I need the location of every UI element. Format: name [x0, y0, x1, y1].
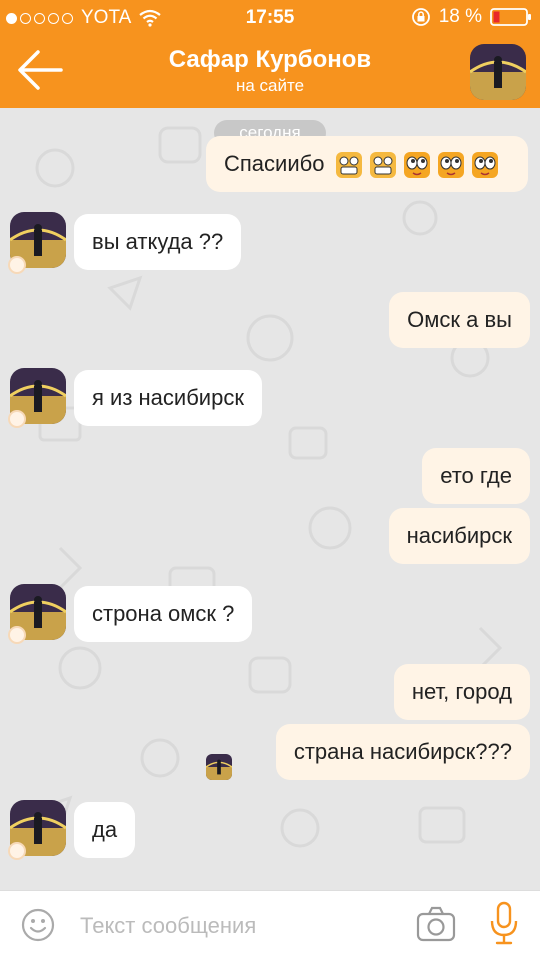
message-incoming[interactable]: я из насибирск — [74, 370, 262, 426]
message-text: Спасиибо — [224, 151, 325, 176]
message-input-bar — [0, 890, 540, 960]
message-incoming[interactable]: да — [74, 802, 136, 858]
contact-title[interactable]: Сафар Курбонов на сайте — [100, 46, 440, 96]
emoji-row — [335, 151, 499, 179]
message-outgoing[interactable]: нет, город — [393, 664, 530, 720]
message-outgoing[interactable]: насибирск — [388, 508, 530, 564]
read-receipt-avatar — [206, 754, 232, 780]
online-indicator — [8, 410, 26, 428]
status-right: 18 % — [411, 6, 532, 28]
contact-avatar[interactable] — [470, 44, 526, 100]
microphone-icon[interactable] — [488, 901, 520, 947]
online-indicator — [8, 626, 26, 644]
online-indicator — [8, 842, 26, 860]
message-outgoing[interactable]: страна насибирск??? — [275, 724, 530, 780]
online-indicator — [8, 256, 26, 274]
grin-emoji-icon — [369, 152, 396, 179]
status-bar: YOTA 17:55 18 % — [0, 0, 540, 36]
contact-name: Сафар Курбонов — [168, 46, 372, 73]
battery-icon — [490, 8, 531, 26]
message-outgoing[interactable]: Омск а вы — [389, 292, 530, 348]
googly-eyes-emoji-icon — [403, 152, 430, 179]
message-input[interactable] — [80, 907, 390, 945]
message-outgoing[interactable]: ето где — [422, 448, 530, 504]
googly-eyes-emoji-icon — [471, 152, 498, 179]
googly-eyes-emoji-icon — [437, 152, 464, 179]
smiley-icon[interactable] — [20, 907, 56, 943]
arrow-left-icon[interactable] — [14, 46, 66, 94]
camera-icon[interactable] — [416, 905, 456, 943]
avatar-photo-icon — [470, 44, 526, 100]
chat-area[interactable]: сегодня Спасиибо вы аткуда ?? Омск а вы … — [0, 108, 540, 890]
battery-percent: 18 % — [438, 6, 482, 27]
rotation-lock-icon — [411, 8, 430, 26]
app-header: YOTA 17:55 18 % Сафар Курбонов на сайте — [0, 0, 540, 108]
message-incoming[interactable]: строна омск ? — [74, 586, 253, 642]
avatar-photo-icon — [206, 754, 232, 780]
message-outgoing[interactable]: Спасиибо — [206, 136, 528, 192]
contact-online-status: на сайте — [235, 76, 305, 95]
grin-emoji-icon — [335, 152, 362, 179]
message-incoming[interactable]: вы аткуда ?? — [74, 214, 242, 270]
